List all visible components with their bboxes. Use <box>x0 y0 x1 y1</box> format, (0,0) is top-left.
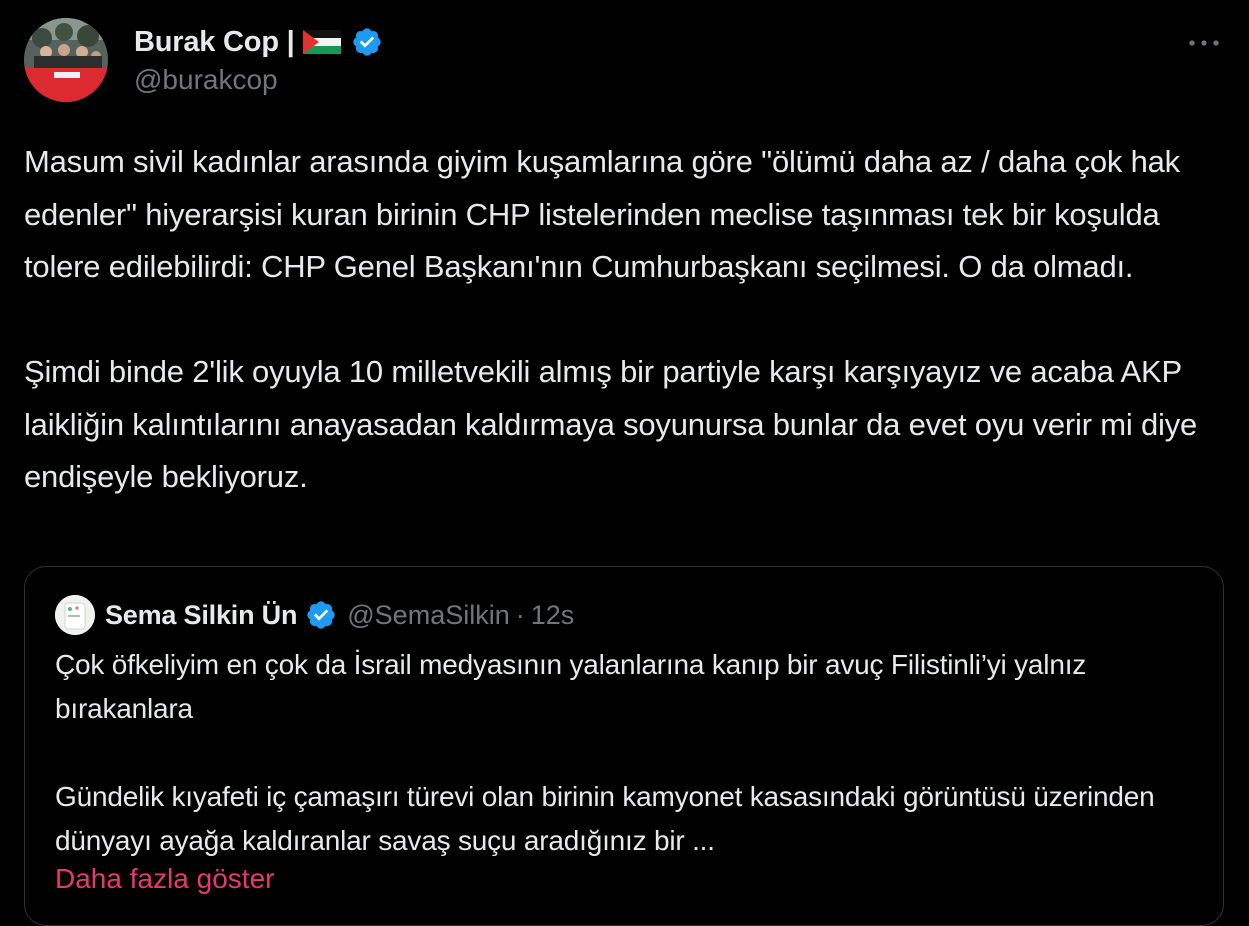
more-dots-icon[interactable] <box>1184 28 1224 58</box>
quoted-author-avatar[interactable] <box>55 595 95 635</box>
author-display-name[interactable]: Burak Cop | <box>134 26 295 59</box>
tweet-card: Burak Cop | @burakcop Masum sivil kadınl… <box>0 0 1249 926</box>
quoted-tweet-header: Sema Silkin Ün @SemaSilkin · 12s <box>55 593 574 637</box>
verified-badge-icon[interactable] <box>351 26 383 58</box>
author-info: Burak Cop | @burakcop <box>134 22 383 96</box>
quoted-author-handle: @SemaSilkin <box>347 599 510 630</box>
author-name-row: Burak Cop | <box>134 22 383 62</box>
avatar-photo <box>24 18 108 102</box>
separator-dot: · <box>515 599 525 630</box>
quoted-tweet-text: Çok öfkeliyim en çok da İsrail medyasını… <box>55 649 1155 856</box>
author-avatar[interactable] <box>24 18 108 102</box>
quoted-tweet[interactable]: Sema Silkin Ün @SemaSilkin · 12s Çok öfk… <box>24 566 1224 926</box>
verified-badge-icon <box>305 599 337 631</box>
tweet-text: Masum sivil kadınlar arasında giyim kuşa… <box>24 144 1198 494</box>
quoted-author-display-name[interactable]: Sema Silkin Ün <box>105 600 297 631</box>
quoted-tweet-timestamp[interactable]: 12s <box>531 600 575 631</box>
author-handle[interactable]: @burakcop <box>134 64 383 96</box>
tweet-header: Burak Cop | @burakcop <box>24 18 1224 108</box>
show-more-link[interactable]: Daha fazla göster <box>55 857 274 901</box>
palestine-flag-icon <box>302 30 341 54</box>
